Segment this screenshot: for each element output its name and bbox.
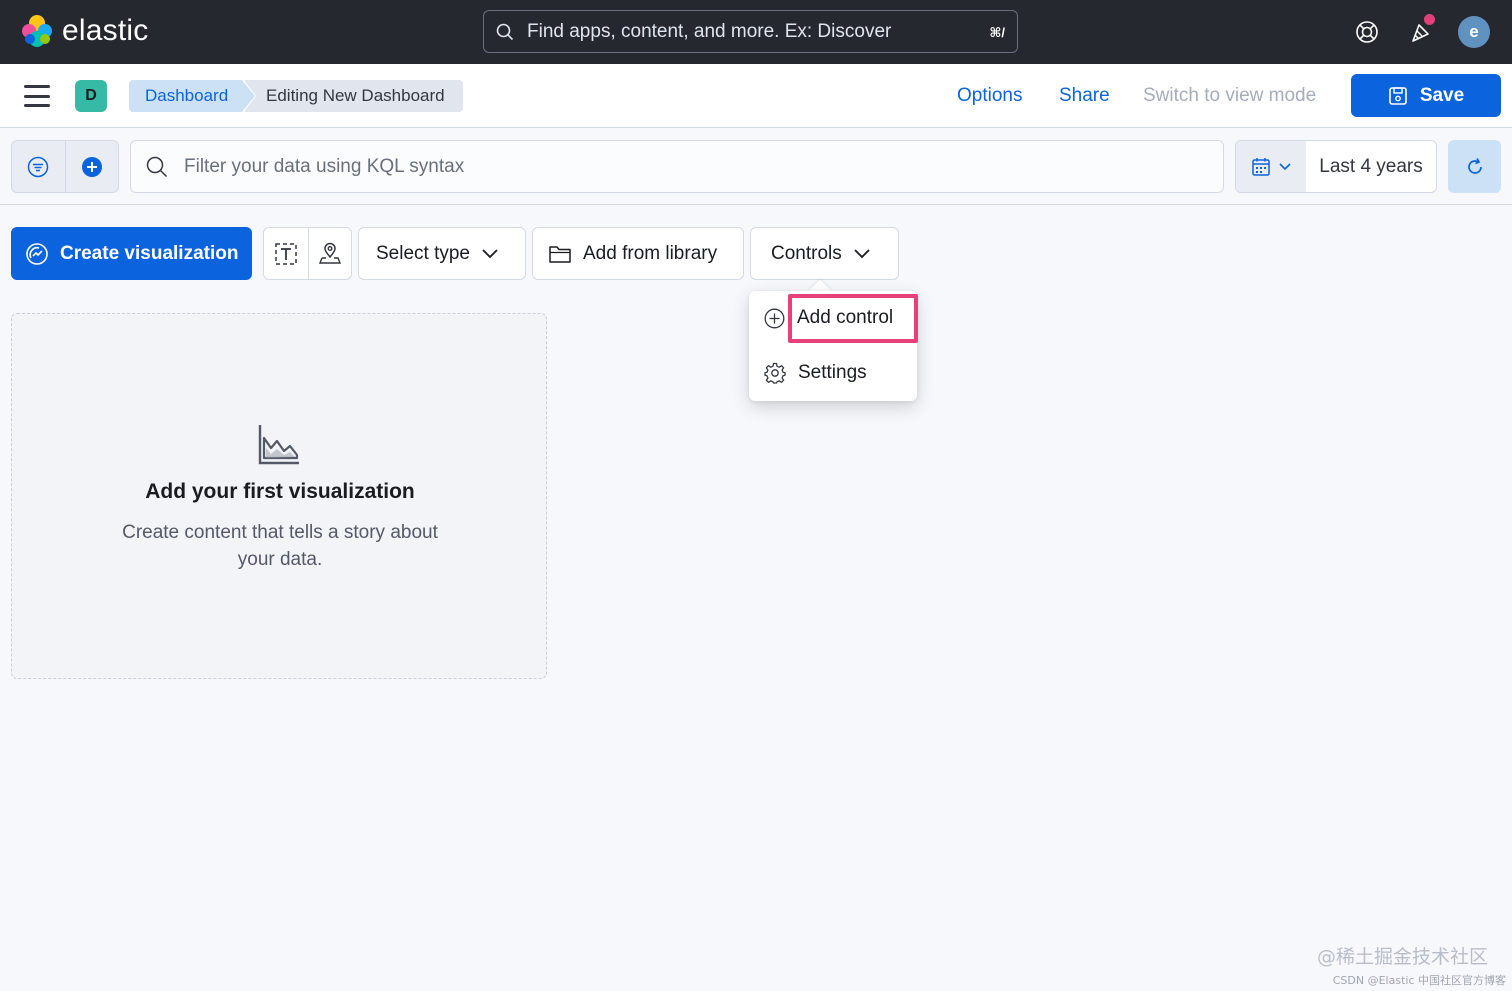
watermark-primary: @稀土掘金技术社区 [1316,946,1488,968]
controls-label: Controls [771,242,842,264]
filter-icon [28,156,49,177]
kql-query-input[interactable]: Filter your data using KQL syntax [130,140,1224,193]
refresh-button[interactable] [1448,140,1501,193]
query-bar: Filter your data using KQL syntax Last 4… [0,128,1512,205]
menu-toggle-icon[interactable] [24,85,50,107]
app-header: D Dashboard Editing New Dashboard Option… [0,64,1512,128]
create-visualization-button[interactable]: Create visualization [11,227,252,280]
empty-state-description: Create content that tells a story about … [122,522,438,570]
global-header: elastic Find apps, content, and more. Ex… [0,0,1512,64]
breadcrumb-dashboard[interactable]: Dashboard [129,80,255,112]
filter-button-group [11,140,119,193]
space-avatar[interactable]: D [75,80,107,112]
add-from-library-button[interactable]: Add from library [532,227,744,280]
controls-dropdown[interactable]: Controls [750,227,899,280]
settings-menu-item[interactable]: Settings [749,351,917,395]
elastic-cluster-icon [22,15,52,47]
create-visualization-label: Create visualization [60,242,239,264]
search-icon [146,156,168,178]
global-search-input[interactable]: Find apps, content, and more. Ex: Discov… [483,10,1018,53]
date-picker: Last 4 years [1235,140,1437,193]
add-text-button[interactable] [264,228,308,279]
plus-circle-icon [81,156,102,177]
lens-icon [26,242,48,265]
add-map-button[interactable] [307,228,352,279]
select-type-label: Select type [376,242,470,264]
filter-options-button[interactable] [12,141,65,192]
select-type-dropdown[interactable]: Select type [358,227,526,280]
notification-dot [1424,14,1435,25]
save-icon [1389,86,1407,105]
time-range-display[interactable]: Last 4 years [1306,141,1436,192]
empty-state-title: Add your first visualization [145,480,415,503]
quick-add-group [263,227,352,280]
user-avatar[interactable]: e [1458,16,1490,48]
switch-view-mode-link[interactable]: Switch to view mode [1143,85,1316,107]
keyboard-shortcut: ⌘/ [989,25,1005,40]
chevron-down-icon [1279,162,1291,170]
empty-dashboard-panel: Add your first visualization Create cont… [11,313,547,679]
map-pin-icon [318,242,341,264]
add-filter-button[interactable] [64,141,118,192]
gear-icon [764,362,786,384]
kql-placeholder: Filter your data using KQL syntax [184,156,465,177]
area-chart-icon [258,425,299,465]
chevron-down-icon [854,248,870,258]
elastic-logo[interactable]: elastic [20,14,148,48]
newsfeed-icon[interactable] [1405,14,1437,48]
settings-label: Settings [798,362,867,383]
text-icon [275,242,297,265]
logo-text: elastic [62,14,149,47]
annotation-highlight [788,294,918,343]
save-label: Save [1419,84,1465,106]
share-link[interactable]: Share [1059,85,1110,107]
plus-in-circle-icon [764,308,785,328]
calendar-icon [1252,157,1270,176]
add-from-library-label: Add from library [583,242,718,264]
options-link[interactable]: Options [957,85,1022,107]
quick-select-button[interactable] [1236,141,1306,192]
chevron-down-icon [482,248,498,258]
breadcrumb-current: Editing New Dashboard [244,80,463,112]
folder-icon [549,245,571,263]
save-button[interactable]: Save [1351,74,1501,117]
search-placeholder: Find apps, content, and more. Ex: Discov… [527,21,892,42]
search-icon [496,23,514,41]
help-icon[interactable] [1351,16,1383,48]
refresh-icon [1467,157,1482,174]
watermark-secondary: CSDN @Elastic 中国社区官方博客 [1332,974,1506,987]
